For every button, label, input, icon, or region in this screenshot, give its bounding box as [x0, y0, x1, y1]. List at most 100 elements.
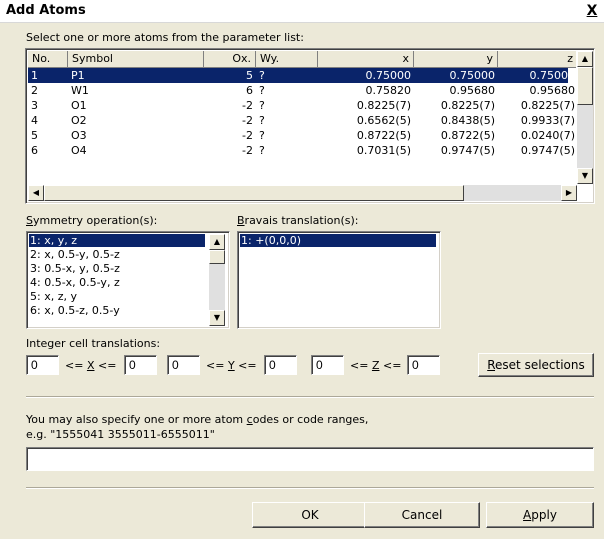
scroll-thumb[interactable]: [577, 67, 593, 105]
separator-top: [26, 396, 594, 398]
symmetry-item[interactable]: 5: x, z, y: [29, 290, 78, 303]
z-max-input[interactable]: [407, 355, 440, 375]
cell-symbol: O3: [71, 129, 87, 142]
reset-accel: R: [487, 358, 496, 372]
symmetry-item[interactable]: 6: x, 0.5-z, 0.5-y: [29, 304, 121, 317]
cell-ox: -2: [242, 99, 253, 112]
cell-x: 0.6562(5): [356, 114, 411, 127]
integer-label: Integer cell translations:: [26, 337, 161, 350]
cell-ox: 6: [246, 84, 253, 97]
atom-list-vscrollbar[interactable]: ▲ ▼: [577, 51, 593, 184]
ok-button[interactable]: OK: [252, 502, 368, 528]
cell-wy: ?: [259, 84, 265, 97]
cell-y: 0.8438(5): [440, 114, 495, 127]
cell-no: 6: [31, 144, 38, 157]
table-row[interactable]: 3 O1 -2? 0.8225(7) 0.8225(7) 0.8225(7): [28, 98, 575, 113]
symmetry-label-text: ymmetry operation(s):: [32, 214, 158, 227]
apply-label: pply: [531, 508, 557, 522]
reset-label: eset selections: [495, 358, 585, 372]
cell-y: 0.8722(5): [440, 129, 495, 142]
symmetry-label-accel: S: [26, 214, 33, 227]
codes-hint-text-b: odes or code ranges,: [252, 413, 369, 426]
y-range-label: <= Y <=: [206, 359, 257, 372]
table-row[interactable]: 5 O3 -2? 0.8722(5) 0.8722(5) 0.0240(7): [28, 128, 575, 143]
column-header-x[interactable]: x: [318, 51, 414, 68]
symmetry-list-items: 1: x, y, z 2: x, 0.5-y, 0.5-z 3: 0.5-x, y,…: [27, 234, 207, 328]
scroll-thumb[interactable]: [209, 250, 225, 264]
cell-wy: ?: [259, 114, 265, 127]
cell-x: 0.8225(7): [356, 99, 411, 112]
column-header-no[interactable]: No.: [28, 51, 68, 68]
symmetry-item[interactable]: 3: 0.5-x, y, 0.5-z: [29, 262, 121, 275]
scroll-up-icon[interactable]: ▲: [577, 51, 593, 67]
cell-wy: ?: [259, 129, 265, 142]
window-title: Add Atoms: [6, 3, 86, 18]
column-header-symbol[interactable]: Symbol: [68, 51, 204, 68]
cell-symbol: O4: [71, 144, 87, 157]
symmetry-list[interactable]: 1: x, y, z 2: x, 0.5-y, 0.5-z 3: 0.5-x, y,…: [26, 231, 230, 329]
column-header-ox[interactable]: Ox.: [204, 51, 256, 68]
x-range-text-a: <=: [65, 359, 87, 372]
reset-selections-button[interactable]: Reset selections: [478, 353, 594, 377]
y-range-accel: Y: [227, 359, 235, 372]
column-header-z[interactable]: z: [498, 51, 576, 68]
z-range-label: <= Z <=: [350, 359, 401, 372]
cell-x: 0.75000: [365, 69, 412, 82]
hscroll-thumb[interactable]: [44, 185, 464, 201]
cell-ox: -2: [242, 129, 253, 142]
cell-z: 0.0240(7): [520, 129, 575, 142]
cell-z: 0.8225(7): [520, 99, 575, 112]
column-header-wy[interactable]: Wy.: [256, 51, 318, 68]
z-min-input[interactable]: [311, 355, 344, 375]
scroll-left-icon[interactable]: ◀: [28, 185, 44, 201]
column-header-y[interactable]: y: [414, 51, 498, 68]
y-range-text-a: <=: [206, 359, 228, 372]
close-icon[interactable]: X: [584, 3, 600, 19]
cancel-button[interactable]: Cancel: [364, 502, 480, 528]
cell-wy: ?: [259, 144, 265, 157]
cell-wy: ?: [259, 99, 265, 112]
z-range-text-a: <=: [350, 359, 372, 372]
atom-list-hscrollbar[interactable]: ◀ ▶: [28, 185, 577, 201]
bravais-label-text: ravais translation(s):: [244, 214, 359, 227]
scroll-down-icon[interactable]: ▼: [209, 310, 225, 326]
cell-ox: 5: [246, 69, 253, 82]
table-row[interactable]: 4 O2 -2? 0.6562(5) 0.8438(5) 0.9933(7): [28, 113, 575, 128]
scroll-up-icon[interactable]: ▲: [209, 234, 225, 250]
apply-button[interactable]: Apply: [486, 502, 594, 528]
cell-y: 0.75000: [449, 69, 496, 82]
cell-no: 2: [31, 84, 38, 97]
cell-symbol: O2: [71, 114, 87, 127]
cell-symbol: O1: [71, 99, 87, 112]
cell-ox: -2: [242, 144, 253, 157]
table-row[interactable]: 1 P1 5? 0.75000 0.75000 0.75000: [28, 68, 575, 83]
scroll-down-icon[interactable]: ▼: [577, 168, 593, 184]
bravais-list[interactable]: 1: +(0,0,0): [237, 231, 441, 329]
atom-list-label: Select one or more atoms from the parame…: [26, 31, 304, 44]
cell-no: 4: [31, 114, 38, 127]
symmetry-item[interactable]: 1: x, y, z: [29, 234, 205, 247]
cell-x: 0.75820: [365, 84, 412, 97]
table-row[interactable]: 6 O4 -2? 0.7031(5) 0.9747(5) 0.9747(5): [28, 143, 575, 158]
symmetry-vscrollbar[interactable]: ▲ ▼: [209, 234, 225, 326]
y-max-input[interactable]: [264, 355, 297, 375]
symmetry-item[interactable]: 4: 0.5-x, 0.5-y, z: [29, 276, 121, 289]
bravais-item[interactable]: 1: +(0,0,0): [240, 234, 436, 247]
x-max-input[interactable]: [124, 355, 157, 375]
cell-y: 0.95680: [449, 84, 496, 97]
cell-y: 0.8225(7): [440, 99, 495, 112]
x-range-text-b: <=: [94, 359, 117, 372]
atom-codes-input[interactable]: [26, 447, 594, 471]
symmetry-item[interactable]: 2: x, 0.5-y, 0.5-z: [29, 248, 121, 261]
atom-list-grid[interactable]: No. Symbol Ox. Wy. x y z 1 P1 5? 0.75000 0.75000 0.7…: [25, 48, 595, 204]
bravais-label: Bravais translation(s):: [237, 214, 359, 227]
cell-ox: -2: [242, 114, 253, 127]
scroll-right-icon[interactable]: ▶: [561, 185, 577, 201]
codes-hint-text-a: You may also specify one or more atom: [26, 413, 247, 426]
separator-bottom: [26, 487, 594, 489]
x-range-label: <= X <=: [65, 359, 116, 372]
codes-hint-line2: e.g. "1555041 3555011-6555011": [26, 428, 215, 441]
y-min-input[interactable]: [167, 355, 200, 375]
x-min-input[interactable]: [26, 355, 59, 375]
table-row[interactable]: 2 W1 6? 0.75820 0.95680 0.95680: [28, 83, 575, 98]
